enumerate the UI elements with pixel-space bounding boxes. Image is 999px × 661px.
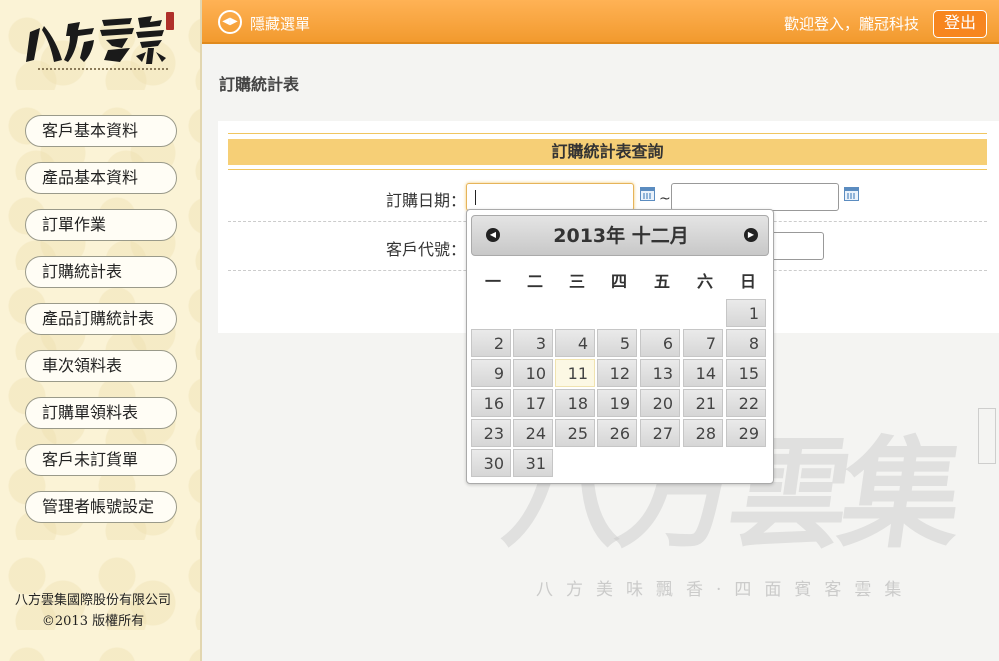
- weekday-header: 五: [653, 272, 670, 291]
- calendar-day[interactable]: 30: [471, 449, 511, 477]
- calendar-day[interactable]: 19: [597, 389, 637, 417]
- date-range-separator: ~: [659, 191, 671, 207]
- weekday-header: 六: [696, 272, 713, 291]
- calendar-day[interactable]: 25: [555, 419, 595, 447]
- sidebar-footer: 八方雲集國際股份有限公司 ©2013 版權所有: [0, 590, 186, 632]
- sidebar-menu: 客戶基本資料 產品基本資料 訂單作業 訂購統計表 產品訂購統計表 車次領料表 訂…: [25, 115, 177, 538]
- calendar-day[interactable]: 8: [726, 329, 766, 357]
- welcome-text: 歡迎登入，朧冠科技: [783, 15, 919, 33]
- calendar-day[interactable]: 5: [597, 329, 637, 357]
- toggle-menu-icon[interactable]: ◀▶: [218, 10, 242, 34]
- calendar-day[interactable]: 24: [513, 419, 553, 447]
- menu-order-stats[interactable]: 訂購統計表: [25, 256, 177, 288]
- order-date-end-input[interactable]: [671, 183, 839, 211]
- brand-logo-calligraphy: [26, 16, 166, 64]
- customer-code-label: 客戶代號：: [386, 240, 467, 259]
- company-name: 八方雲集國際股份有限公司: [14, 593, 171, 608]
- menu-admin-account[interactable]: 管理者帳號設定: [25, 491, 177, 523]
- menu-order-material[interactable]: 訂購單領料表: [25, 397, 177, 429]
- brand-seal-stamp: [166, 12, 174, 30]
- weekday-header: 四: [610, 272, 627, 291]
- weekday-header: 二: [526, 272, 543, 291]
- weekday-header: 三: [568, 272, 585, 291]
- calendar-day[interactable]: 27: [640, 419, 680, 447]
- calendar-day[interactable]: 14: [683, 359, 723, 387]
- calendar-day[interactable]: 7: [683, 329, 723, 357]
- calendar-day[interactable]: 1: [726, 299, 766, 327]
- calendar-day[interactable]: 12: [597, 359, 637, 387]
- top-bar: ◀▶ 隱藏選單 歡迎登入，朧冠科技 登出: [202, 0, 999, 44]
- weekday-header: 日: [739, 272, 756, 291]
- brand-logo[interactable]: [22, 10, 182, 80]
- order-date-label: 訂購日期：: [386, 191, 467, 210]
- menu-product-order-stats[interactable]: 產品訂購統計表: [25, 303, 177, 335]
- calendar-day[interactable]: 10: [513, 359, 553, 387]
- calendar-day[interactable]: 4: [555, 329, 595, 357]
- calendar-day[interactable]: 21: [683, 389, 723, 417]
- calendar-day[interactable]: 22: [726, 389, 766, 417]
- menu-order-ops[interactable]: 訂單作業: [25, 209, 177, 241]
- menu-customer-info[interactable]: 客戶基本資料: [25, 115, 177, 147]
- calendar-end-icon[interactable]: [844, 187, 859, 201]
- menu-customer-no-order[interactable]: 客戶未訂貨單: [25, 444, 177, 476]
- sidebar: 客戶基本資料 產品基本資料 訂單作業 訂購統計表 產品訂購統計表 車次領料表 訂…: [0, 0, 202, 661]
- page-title: 訂購統計表: [219, 75, 300, 94]
- watermark-tagline: 八方美味飄香·四面賓客雲集: [536, 580, 915, 600]
- order-date-start-input[interactable]: [466, 183, 634, 211]
- next-month-icon[interactable]: ▶: [744, 228, 758, 242]
- panel-title: 訂購統計表查詢: [228, 139, 987, 165]
- calendar-day[interactable]: 17: [513, 389, 553, 417]
- weekday-header: 一: [484, 272, 501, 291]
- calendar-start-icon[interactable]: [640, 187, 655, 201]
- datepicker-header: ◀ 2013年 十二月 ▶: [471, 215, 769, 256]
- calendar-day[interactable]: 6: [640, 329, 680, 357]
- calendar-day[interactable]: 18: [555, 389, 595, 417]
- calendar-day[interactable]: 15: [726, 359, 766, 387]
- calendar-day[interactable]: 13: [640, 359, 680, 387]
- calendar-day[interactable]: 29: [726, 419, 766, 447]
- datepicker-title: 2013年 十二月: [553, 225, 689, 247]
- copyright: ©2013 版權所有: [41, 614, 145, 629]
- calendar-day[interactable]: 3: [513, 329, 553, 357]
- text-caret: [475, 190, 476, 205]
- calendar-day-today[interactable]: 11: [555, 359, 595, 387]
- calendar-day[interactable]: 2: [471, 329, 511, 357]
- calendar-day[interactable]: 26: [597, 419, 637, 447]
- toggle-menu-label[interactable]: 隱藏選單: [250, 13, 310, 34]
- datepicker-popup: ◀ 2013年 十二月 ▶ 一二三四五六日 1 2 3 4 5 6 7 8 9 10 11 12 13 14…: [466, 209, 774, 484]
- panel-header: 訂購統計表查詢: [228, 133, 987, 170]
- calendar-day[interactable]: 31: [513, 449, 553, 477]
- menu-trip-material[interactable]: 車次領料表: [25, 350, 177, 382]
- calendar-day[interactable]: 28: [683, 419, 723, 447]
- watermark-seal: [978, 408, 996, 464]
- brand-tagline: [38, 68, 168, 74]
- calendar-day[interactable]: 20: [640, 389, 680, 417]
- calendar-day[interactable]: 23: [471, 419, 511, 447]
- calendar-day[interactable]: 16: [471, 389, 511, 417]
- menu-product-info[interactable]: 產品基本資料: [25, 162, 177, 194]
- logout-button[interactable]: 登出: [933, 10, 987, 38]
- calendar-day[interactable]: 9: [471, 359, 511, 387]
